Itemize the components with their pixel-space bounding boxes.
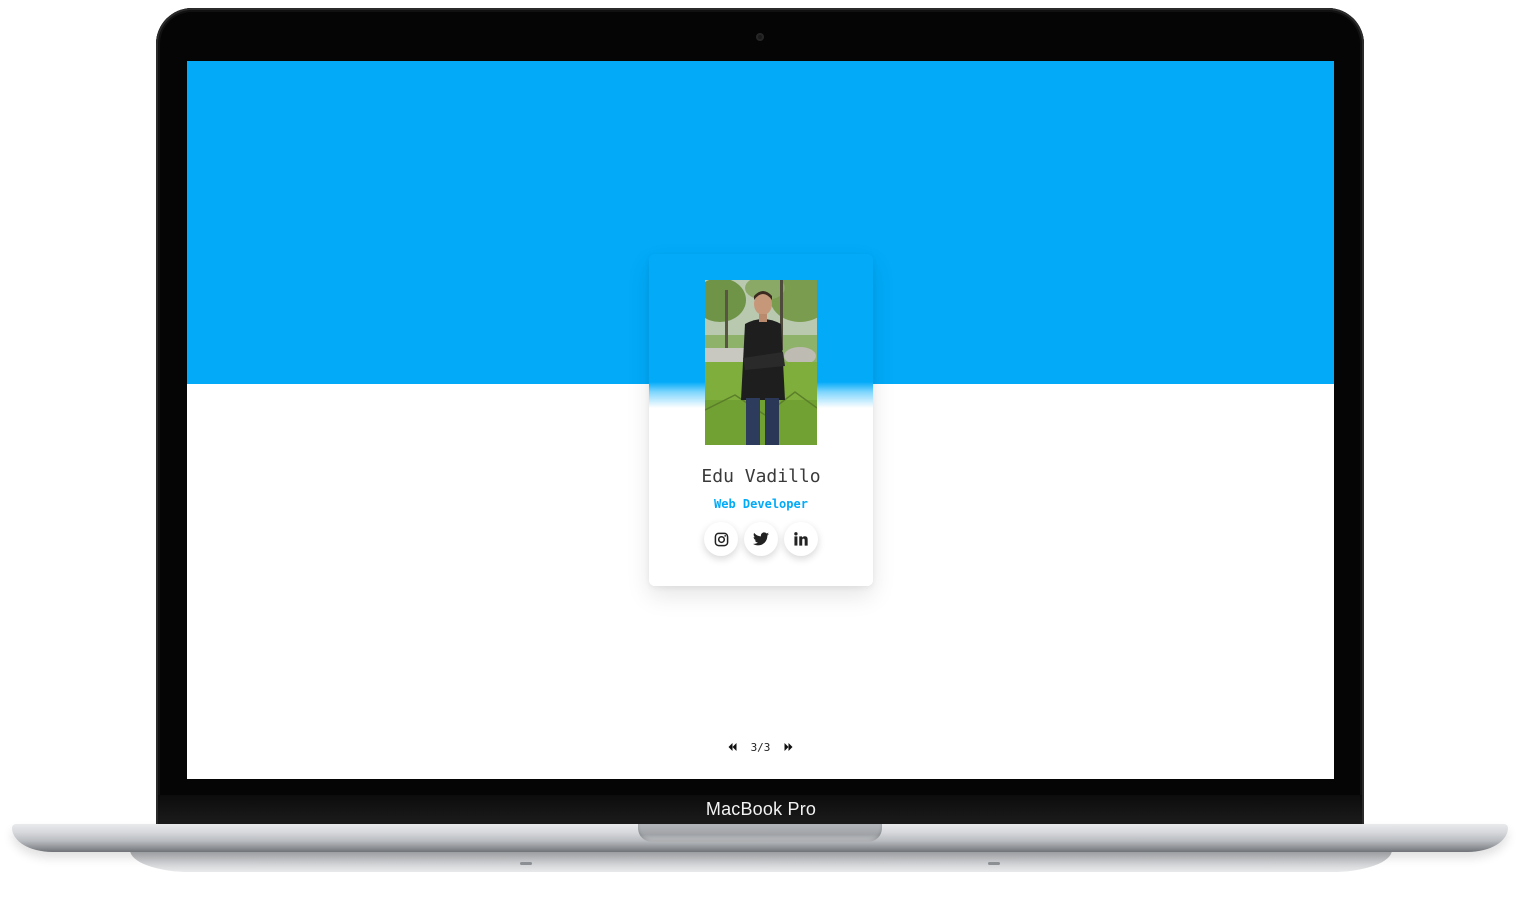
twitter-icon [753, 532, 769, 546]
profile-name: Edu Vadillo [701, 466, 821, 487]
pager-next-button[interactable] [784, 743, 793, 751]
linkedin-button[interactable] [784, 522, 818, 556]
profile-photo [705, 280, 817, 445]
base-foot-right [988, 862, 1000, 865]
device-mockup: Edu Vadillo Web Developer 3/3 MacBook Pr… [0, 0, 1522, 907]
twitter-button[interactable] [744, 522, 778, 556]
laptop-base-shadow [130, 850, 1392, 872]
base-foot-left [520, 862, 532, 865]
social-links [649, 522, 873, 556]
pager-status: 3/3 [750, 740, 771, 754]
model-label: MacBook Pro [705, 799, 817, 819]
double-chevron-right-icon [784, 743, 793, 751]
linkedin-icon [794, 532, 808, 546]
laptop-notch [638, 824, 882, 842]
pager-prev-button[interactable] [728, 743, 737, 751]
double-chevron-left-icon [728, 743, 737, 751]
profile-role: Web Developer [714, 497, 808, 511]
screen: Edu Vadillo Web Developer 3/3 [187, 61, 1334, 779]
camera-icon [756, 33, 764, 41]
instagram-button[interactable] [704, 522, 738, 556]
profile-card: Edu Vadillo Web Developer [649, 254, 873, 586]
instagram-icon [714, 532, 728, 546]
pagination: 3/3 [187, 739, 1334, 755]
